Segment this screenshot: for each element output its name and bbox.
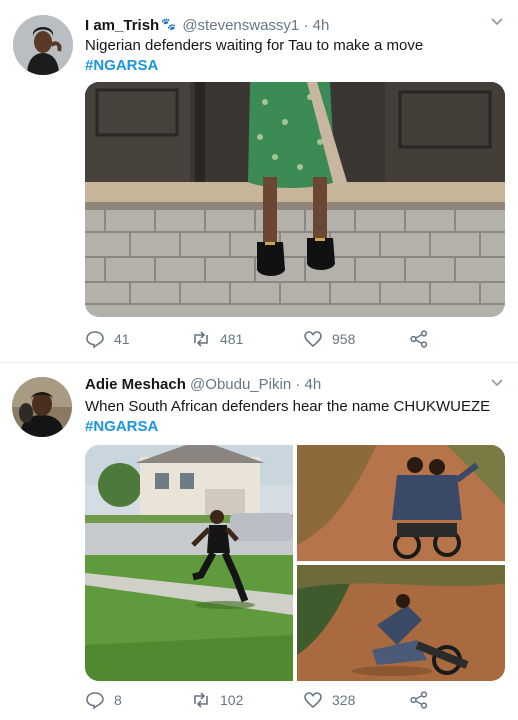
separator: · [303,17,309,34]
tweet[interactable]: Adie Meshach @Obudu_Pikin · 4h When Sout… [0,363,518,720]
reply-button[interactable]: 41 [85,329,130,349]
avatar[interactable] [12,377,72,437]
tweet[interactable]: I am_Trish 🐾 @stevenswassy1 · 4h Nigerian… [0,0,518,363]
retweet-icon [194,692,208,708]
retweet-button[interactable]: 481 [191,329,243,349]
reply-icon [86,692,104,710]
display-name[interactable]: I am_Trish [85,17,159,34]
tweet-text: Nigerian defenders waiting for Tau to ma… [85,36,506,76]
like-count: 328 [332,692,356,708]
tweet-header: Adie Meshach @Obudu_Pikin · 4h [85,375,498,395]
tweet-photo[interactable] [297,445,505,561]
tweet-photo[interactable] [85,82,505,317]
retweet-count: 102 [220,692,244,708]
tweet-photo[interactable] [85,445,293,681]
share-button[interactable] [409,329,429,349]
handle[interactable]: @stevenswassy1 [182,17,299,34]
chevron-down-icon[interactable] [490,375,504,389]
handle[interactable]: @Obudu_Pikin [190,376,291,393]
like-icon [304,331,322,348]
tweet-actions: 8 102 328 [85,690,498,714]
like-button[interactable]: 328 [303,690,355,710]
hashtag-link[interactable]: #NGARSA [85,56,506,76]
share-button[interactable] [409,690,429,710]
like-icon [304,692,322,709]
share-icon [410,330,428,348]
tweet-body: Nigerian defenders waiting for Tau to ma… [85,37,424,54]
display-name[interactable]: Adie Meshach [85,376,186,393]
share-icon [410,691,428,709]
retweet-button[interactable]: 102 [191,690,243,710]
tweet-photo[interactable] [297,565,505,681]
separator: · [295,376,301,393]
chevron-down-icon[interactable] [490,14,504,28]
timestamp[interactable]: 4h [313,17,330,34]
reply-button[interactable]: 8 [85,690,122,710]
tweet-body: When South African defenders hear the na… [85,398,491,415]
like-button[interactable]: 958 [303,329,355,349]
reply-count: 41 [114,331,130,347]
tweet-text: When South African defenders hear the na… [85,397,506,437]
avatar[interactable] [13,15,73,75]
like-count: 958 [332,331,356,347]
reply-icon [86,331,104,349]
tweet-actions: 41 481 958 [85,329,498,353]
tweet-photo-grid [85,445,505,681]
reply-count: 8 [114,692,122,708]
retweet-icon [194,331,208,347]
paw-emoji-icon: 🐾 [161,17,177,31]
retweet-count: 481 [220,331,244,347]
timestamp[interactable]: 4h [305,376,322,393]
tweet-header: I am_Trish 🐾 @stevenswassy1 · 4h [85,14,498,36]
hashtag-link[interactable]: #NGARSA [85,417,506,437]
